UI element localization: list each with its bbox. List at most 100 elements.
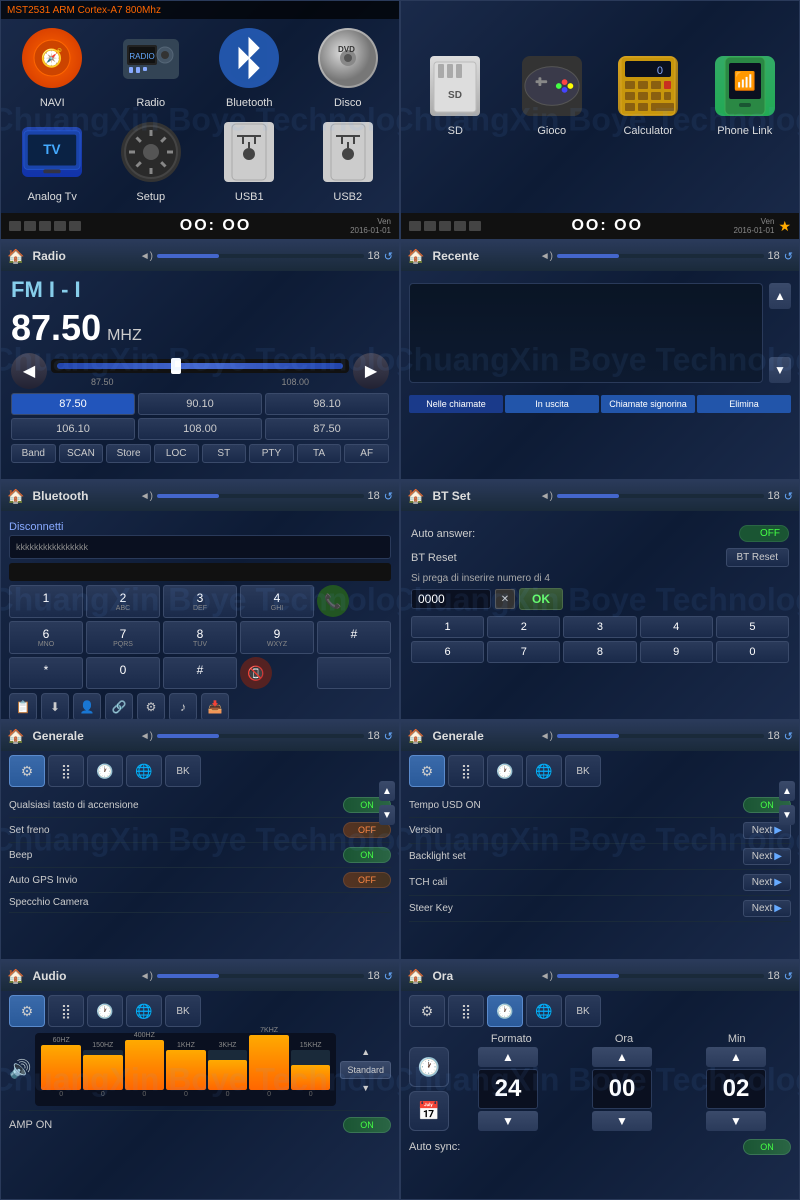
audio-vol-slider[interactable]	[157, 974, 364, 978]
menu-item-setup[interactable]: Setup	[106, 117, 197, 203]
gen-left-vol-slider[interactable]	[157, 734, 364, 738]
btset-reset-btn[interactable]: BT Reset	[726, 548, 790, 567]
radio-slider[interactable]	[51, 359, 349, 373]
bt-func-5[interactable]: ⚙	[137, 693, 165, 720]
ora-tab-net[interactable]: 🌐	[526, 995, 562, 1027]
bt-dial-back-btn[interactable]: ↺	[384, 490, 393, 503]
gen-right-tab-settings[interactable]: ⚙	[409, 755, 445, 787]
dial-hash[interactable]: #	[317, 621, 391, 654]
recente-vol-slider[interactable]	[557, 254, 764, 258]
preset-2[interactable]: 90.10	[138, 393, 262, 415]
menu-item-usb1[interactable]: USB1	[204, 117, 295, 203]
gen-right-tab-bk[interactable]: BK	[565, 755, 601, 787]
audio-tab-eq[interactable]: ⣿	[48, 995, 84, 1027]
dial-end-btn[interactable]: 📵	[240, 657, 272, 689]
autosync-toggle[interactable]: ON	[743, 1139, 791, 1155]
audio-home-icon[interactable]: 🏠	[7, 968, 24, 985]
gen-tab-network[interactable]: 🌐	[126, 755, 162, 787]
btset-num-1[interactable]: 1	[411, 616, 484, 638]
rc-ta[interactable]: TA	[297, 444, 342, 463]
dial-2[interactable]: 2ABC	[86, 585, 160, 618]
gen-right-scroll-up[interactable]: ▲	[779, 781, 795, 801]
gen-right-next-4[interactable]: Next▶	[743, 900, 791, 917]
btset-num-0[interactable]: 0	[716, 641, 789, 663]
bt-func-1[interactable]: 📋	[9, 693, 37, 720]
btset-pin-input[interactable]	[411, 589, 491, 609]
ora-tab-eq[interactable]: ⣿	[448, 995, 484, 1027]
bt-dial-vol-slider[interactable]	[157, 494, 364, 498]
recente-home-icon[interactable]: 🏠	[407, 248, 424, 265]
ora-tab-settings[interactable]: ⚙	[409, 995, 445, 1027]
gen-right-vol-slider[interactable]	[557, 734, 764, 738]
menu-item-usb2[interactable]: USB2	[303, 117, 394, 203]
radio-home-icon[interactable]: 🏠	[7, 248, 24, 265]
audio-tab-bk[interactable]: BK	[165, 995, 201, 1027]
rc-loc[interactable]: LOC	[154, 444, 199, 463]
dial-0[interactable]: 0	[86, 657, 160, 689]
recente-back-btn[interactable]: ↺	[784, 250, 793, 263]
preset-4[interactable]: 106.10	[11, 418, 135, 440]
dial-call-btn[interactable]: 📞	[317, 585, 349, 617]
ora-tab-clock[interactable]: 🕐	[487, 995, 523, 1027]
bt-dial-home-icon[interactable]: 🏠	[7, 488, 24, 505]
bt-func-6[interactable]: ♪	[169, 693, 197, 720]
rc-pty[interactable]: PTY	[249, 444, 294, 463]
audio-back-btn[interactable]: ↺	[384, 970, 393, 983]
gen-left-scroll-down[interactable]: ▼	[379, 805, 395, 825]
btset-ok-btn[interactable]: OK	[519, 588, 563, 610]
btset-num-6[interactable]: 6	[411, 641, 484, 663]
menu-item-bluetooth[interactable]: Bluetooth	[204, 23, 295, 109]
gen-tab-clock[interactable]: 🕐	[87, 755, 123, 787]
audio-tab-settings[interactable]: ⚙	[9, 995, 45, 1027]
btset-clear-btn[interactable]: ✕	[495, 589, 515, 609]
gen-right-tab-eq[interactable]: ⣿	[448, 755, 484, 787]
btset-num-5[interactable]: 5	[716, 616, 789, 638]
radio-back-btn[interactable]: ↺	[384, 250, 393, 263]
gen-left-home-icon[interactable]: 🏠	[7, 728, 24, 745]
btset-num-7[interactable]: 7	[487, 641, 560, 663]
gen-right-tab-net[interactable]: 🌐	[526, 755, 562, 787]
gen-right-back-btn[interactable]: ↺	[784, 730, 793, 743]
dial-star[interactable]: *	[9, 657, 83, 689]
menu-item-navi[interactable]: 🧭 NAVI	[7, 23, 98, 109]
btset-back-btn[interactable]: ↺	[784, 490, 793, 503]
bt-disconnect-btn[interactable]: Disconnetti	[9, 521, 63, 533]
bt-func-3[interactable]: 👤	[73, 693, 101, 720]
min-down[interactable]: ▼	[706, 1111, 766, 1131]
eq-scroll-down[interactable]: ▼	[361, 1083, 370, 1093]
rc-band[interactable]: Band	[11, 444, 56, 463]
amp-toggle[interactable]: ON	[343, 1117, 391, 1133]
time-icon-clock[interactable]: 🕐	[409, 1047, 449, 1087]
preset-1[interactable]: 87.50	[11, 393, 135, 415]
menu-item-calculator[interactable]: 0 Calculator	[604, 51, 693, 137]
time-icon-calendar[interactable]: 📅	[409, 1091, 449, 1131]
tab-in-uscita[interactable]: In uscita	[505, 395, 599, 413]
gen-right-home-icon[interactable]: 🏠	[407, 728, 424, 745]
ora-home-icon[interactable]: 🏠	[407, 968, 424, 985]
btset-vol-slider[interactable]	[557, 494, 764, 498]
bt-func-2[interactable]: ⬇	[41, 693, 69, 720]
btset-num-3[interactable]: 3	[563, 616, 636, 638]
tab-elimina[interactable]: Elimina	[697, 395, 791, 413]
preset-5[interactable]: 108.00	[138, 418, 262, 440]
gen-tab-bk[interactable]: BK	[165, 755, 201, 787]
tab-nelle-chiamate[interactable]: Nelle chiamate	[409, 395, 503, 413]
gen-left-back-btn[interactable]: ↺	[384, 730, 393, 743]
menu-item-sd[interactable]: SD SD	[411, 51, 500, 137]
recente-scroll-down[interactable]: ▼	[769, 357, 791, 383]
preset-3[interactable]: 98.10	[265, 393, 389, 415]
rc-scan[interactable]: SCAN	[59, 444, 104, 463]
bt-func-7[interactable]: 📥	[201, 693, 229, 720]
gen-toggle-4[interactable]: OFF	[343, 872, 391, 888]
gen-tab-equalizer[interactable]: ⣿	[48, 755, 84, 787]
btset-num-8[interactable]: 8	[563, 641, 636, 663]
gen-toggle-3[interactable]: ON	[343, 847, 391, 863]
menu-item-analogtv[interactable]: TV Analog Tv	[7, 117, 98, 203]
dial-hash2[interactable]: #	[163, 657, 237, 689]
btset-home-icon[interactable]: 🏠	[407, 488, 424, 505]
btset-num-2[interactable]: 2	[487, 616, 560, 638]
min-up[interactable]: ▲	[706, 1047, 766, 1067]
formato-down[interactable]: ▼	[478, 1111, 538, 1131]
ora-down[interactable]: ▼	[592, 1111, 652, 1131]
menu-item-phonelink[interactable]: 📶 Phone Link	[701, 51, 790, 137]
